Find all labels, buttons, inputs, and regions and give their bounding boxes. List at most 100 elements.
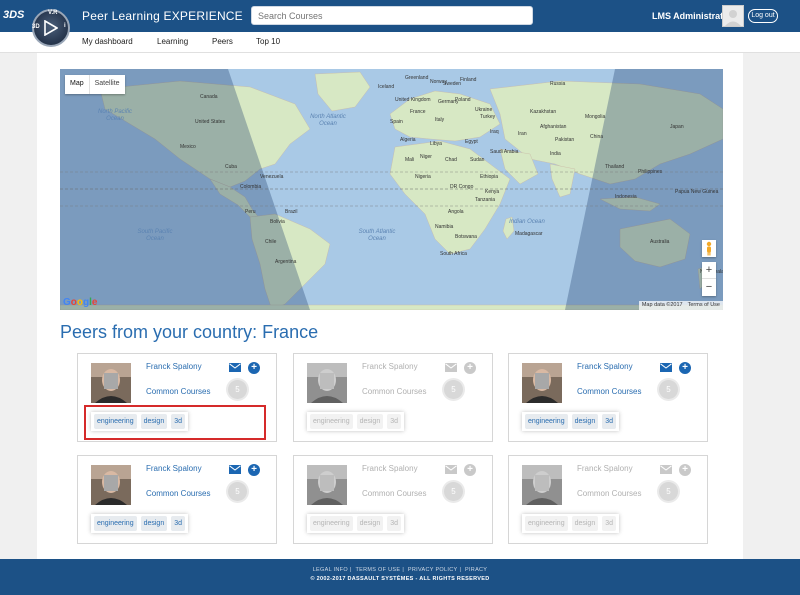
peer-photo[interactable]: [307, 363, 347, 403]
footer-link-legal[interactable]: LEGAL INFO: [313, 567, 348, 573]
map-country-label: Thailand: [605, 164, 625, 170]
peer-photo[interactable]: [522, 465, 562, 505]
user-name[interactable]: LMS Administrator: [652, 11, 732, 21]
pegman-icon[interactable]: [702, 240, 716, 257]
map-country-label: Venezuela: [260, 174, 284, 180]
footer-links: LEGAL INFO | TERMS OF USE | PRIVACY POLICY…: [312, 567, 488, 573]
map-country-label: Ukraine: [475, 107, 493, 113]
mail-icon[interactable]: [445, 465, 457, 474]
nav-item-my-dashboard[interactable]: My dashboard: [82, 37, 133, 46]
mail-icon[interactable]: [445, 363, 457, 372]
mail-icon[interactable]: [229, 363, 241, 372]
nav-bar: My dashboard Learning Peers Top 10: [0, 32, 800, 53]
add-peer-button[interactable]: +: [679, 362, 691, 374]
map-country-label: Namibia: [435, 224, 454, 230]
person-photo-icon: [522, 465, 562, 505]
tag-design[interactable]: design: [571, 516, 599, 531]
peer-name[interactable]: Franck Spalony: [577, 362, 633, 371]
tag-engineering[interactable]: engineering: [310, 516, 353, 531]
zoom-in-button[interactable]: +: [702, 262, 716, 279]
search-input[interactable]: [251, 6, 533, 25]
tag-3d[interactable]: 3d: [387, 516, 402, 531]
peer-photo[interactable]: [307, 465, 347, 505]
tag-design[interactable]: design: [571, 414, 599, 429]
tag-3d[interactable]: 3d: [602, 414, 617, 429]
tag-design[interactable]: design: [356, 516, 384, 531]
add-peer-button[interactable]: +: [679, 464, 691, 476]
tag-engineering[interactable]: engineering: [310, 414, 353, 429]
zoom-out-button[interactable]: −: [702, 279, 716, 296]
map-ocean-label: South Atlantic Ocean: [358, 229, 396, 242]
google-logo[interactable]: Google: [63, 297, 97, 308]
peer-photo[interactable]: [91, 465, 131, 505]
map-ocean-label: South Pacific Ocean: [137, 229, 173, 242]
add-peer-button[interactable]: +: [248, 464, 260, 476]
footer-link-privacy[interactable]: PRIVACY POLICY: [408, 567, 458, 573]
tag-3d[interactable]: 3d: [387, 414, 402, 429]
tag-design[interactable]: design: [356, 414, 384, 429]
map-toggle-satellite[interactable]: Satellite: [88, 75, 125, 94]
common-courses-label[interactable]: Common Courses: [362, 387, 426, 396]
world-map[interactable]: Greenland Iceland Norway Sweden Finland Russi…: [60, 69, 723, 310]
tag-engineering[interactable]: engineering: [525, 516, 568, 531]
add-peer-button[interactable]: +: [464, 464, 476, 476]
tag-3d[interactable]: 3d: [171, 516, 186, 531]
map-ocean-label: North Pacific Ocean: [97, 109, 132, 122]
person-photo-icon: [307, 363, 347, 403]
map-country-label: Indonesia: [615, 194, 637, 200]
map-toggle-map[interactable]: Map: [65, 75, 89, 94]
tag-engineering[interactable]: engineering: [525, 414, 568, 429]
common-courses-label[interactable]: Common Courses: [577, 489, 641, 498]
peer-name[interactable]: Franck Spalony: [146, 464, 202, 473]
map-country-label: Afghanistan: [540, 124, 567, 130]
map-country-label: Algeria: [400, 137, 416, 143]
map-country-label: Madagascar: [515, 231, 543, 237]
common-courses-label[interactable]: Common Courses: [362, 489, 426, 498]
map-country-label: Mongolia: [585, 114, 606, 120]
map-canvas[interactable]: [60, 69, 723, 310]
nav-item-peers[interactable]: Peers: [212, 37, 233, 46]
peer-name[interactable]: Franck Spalony: [362, 362, 418, 371]
copyright: © 2002-2017 DASSAULT SYSTÈMES - ALL RIGH…: [310, 576, 490, 582]
dassault-logo[interactable]: 3DS: [3, 9, 25, 25]
map-country-label: Pakistan: [555, 137, 575, 143]
map-country-label: Argentina: [275, 259, 297, 265]
map-country-label: Japan: [670, 124, 684, 130]
tag-engineering[interactable]: engineering: [94, 516, 137, 531]
nav-item-learning[interactable]: Learning: [157, 37, 188, 46]
add-peer-button[interactable]: +: [248, 362, 260, 374]
common-course-count: 5: [659, 482, 678, 501]
map-terms-link[interactable]: Terms of Use: [688, 302, 720, 309]
mail-icon[interactable]: [660, 465, 672, 474]
common-courses-label[interactable]: Common Courses: [577, 387, 641, 396]
map-ocean-label: North Atlantic Ocean: [310, 114, 346, 127]
map-country-label: Cuba: [225, 164, 237, 170]
map-country-label: Bolivia: [270, 219, 285, 225]
tag-design[interactable]: design: [140, 516, 168, 531]
mail-icon[interactable]: [229, 465, 241, 474]
map-country-label: Iceland: [378, 84, 395, 90]
add-peer-button[interactable]: +: [464, 362, 476, 374]
peer-card: Franck Spalony Common Courses +5 engineerin…: [508, 353, 708, 442]
map-country-label: Italy: [435, 117, 445, 123]
compass-icon[interactable]: V.R 3D i: [32, 9, 70, 47]
logout-button[interactable]: Log out: [748, 9, 778, 23]
map-country-label: Papua New Guinea: [675, 189, 719, 195]
top-bar: 3DS Peer Learning EXPERIENCE LMS Adminis…: [0, 0, 800, 32]
map-country-label: Kenya: [485, 189, 500, 195]
peer-name[interactable]: Franck Spalony: [362, 464, 418, 473]
peer-photo[interactable]: [522, 363, 562, 403]
common-courses-label[interactable]: Common Courses: [146, 489, 210, 498]
common-course-count: 5: [659, 380, 678, 399]
tag-3d[interactable]: 3d: [602, 516, 617, 531]
map-country-label: Iran: [518, 131, 527, 137]
footer-link-terms[interactable]: TERMS OF USE: [355, 567, 400, 573]
peer-name[interactable]: Franck Spalony: [146, 362, 202, 371]
nav-item-top-10[interactable]: Top 10: [256, 37, 280, 46]
peer-name[interactable]: Franck Spalony: [577, 464, 633, 473]
footer-link-piracy[interactable]: PIRACY: [465, 567, 487, 573]
mail-icon[interactable]: [660, 363, 672, 372]
common-courses-label[interactable]: Common Courses: [146, 387, 210, 396]
avatar[interactable]: [722, 5, 744, 27]
peer-photo[interactable]: [91, 363, 131, 403]
